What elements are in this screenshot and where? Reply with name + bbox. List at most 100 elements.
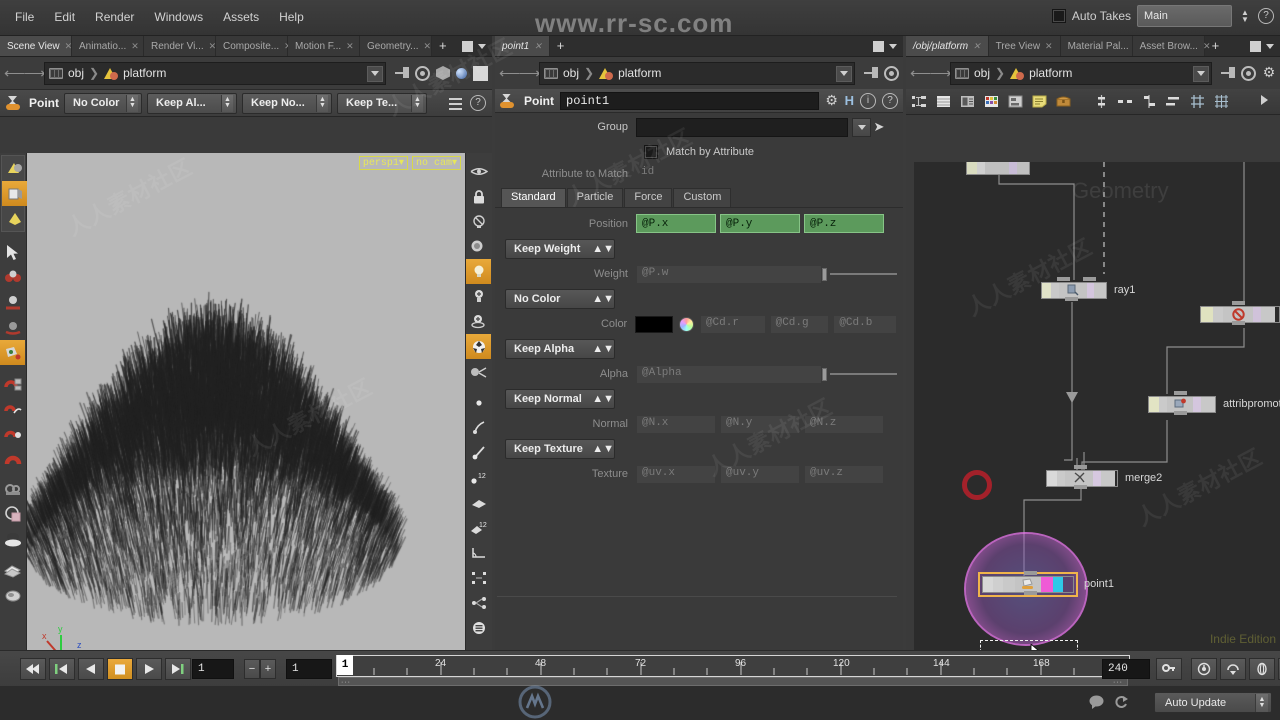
lock-icon[interactable] xyxy=(466,184,491,209)
pane-menu-icon[interactable] xyxy=(889,43,897,49)
nav-forward-icon[interactable]: ⟶ xyxy=(930,64,952,82)
close-icon[interactable]: ✕ xyxy=(534,41,542,52)
parameter-path-field[interactable]: obj ❯ platform xyxy=(539,61,855,85)
grid-snap-icon[interactable] xyxy=(1190,94,1205,109)
timeline-ruler[interactable]: 24 48 72 96 120 144 168 1 xyxy=(336,655,1130,677)
group-dropdown-icon[interactable] xyxy=(852,117,871,137)
take-spinner[interactable]: ▲ ▼ xyxy=(1238,6,1252,26)
weight-input[interactable]: @P.w xyxy=(636,264,822,284)
network-toolbar-expand-icon[interactable] xyxy=(1259,94,1274,109)
texture-mode-combo[interactable]: Keep Texture ▲▼ xyxy=(505,439,615,459)
close-icon[interactable]: ✕ xyxy=(1045,41,1053,52)
texture-y-input[interactable]: @uv.y xyxy=(720,464,800,484)
pin-icon[interactable] xyxy=(1221,67,1235,79)
scrollbar-left-grip[interactable]: ··· xyxy=(341,679,351,686)
align-horizontal-icon[interactable] xyxy=(1166,94,1181,109)
frame-decrement-button[interactable]: − xyxy=(244,659,260,679)
detail-view-icon[interactable] xyxy=(960,94,975,109)
asset-chest-icon[interactable] xyxy=(1056,94,1071,109)
color-r-input[interactable]: @Cd.r xyxy=(699,314,766,334)
no-light-icon[interactable] xyxy=(466,209,491,234)
normal-mode-combo[interactable]: Keep Normal ▲▼ xyxy=(505,389,615,409)
close-icon[interactable]: ✕ xyxy=(131,41,139,52)
nav-back-icon[interactable]: ⟵ xyxy=(910,64,932,82)
texture-x-input[interactable]: @uv.x xyxy=(636,464,716,484)
normal-y-input[interactable]: @N.y xyxy=(720,414,800,434)
ghost-icon[interactable] xyxy=(1249,658,1275,680)
maximize-pane-icon[interactable] xyxy=(462,40,473,52)
material-tool-icon[interactable] xyxy=(0,502,25,527)
menu-item-edit[interactable]: Edit xyxy=(51,9,78,25)
combo-spinner-icon[interactable]: ▲▼ xyxy=(411,94,423,112)
alpha-slider-knob[interactable] xyxy=(822,367,827,381)
view-tools-icon[interactable] xyxy=(466,359,491,384)
color-wheel-icon[interactable] xyxy=(679,316,694,332)
tab-composite[interactable]: Composite...✕ xyxy=(216,36,292,56)
normal-x-input[interactable]: @N.x xyxy=(636,414,716,434)
primitive-number-icon[interactable]: 12 xyxy=(466,515,491,540)
viewport-camera-selector[interactable]: no cam▾ xyxy=(411,156,461,170)
gear-icon[interactable]: ⚙ xyxy=(825,93,839,108)
path-dropdown-icon[interactable] xyxy=(836,65,852,82)
group-picker-icon[interactable]: ➤ xyxy=(871,118,887,136)
path-dropdown-icon[interactable] xyxy=(1193,65,1209,82)
comment-icon[interactable] xyxy=(1088,694,1105,710)
auto-update-combo[interactable]: Auto Update ▲ ▼ xyxy=(1154,692,1272,713)
color-mode-combo[interactable]: No Color ▲▼ xyxy=(505,289,615,309)
scrollbar-right-grip[interactable]: ··· xyxy=(1113,679,1123,686)
tab-motion-fx[interactable]: Motion F... ✕ xyxy=(288,36,360,56)
handle-tool-icon[interactable] xyxy=(0,265,25,290)
combo-spinner-icon[interactable]: ▲▼ xyxy=(592,393,614,405)
position-x-input[interactable] xyxy=(636,214,716,233)
node-graph-icon[interactable] xyxy=(466,590,491,615)
position-z-input[interactable] xyxy=(804,214,884,233)
weight-slider-track[interactable] xyxy=(830,273,897,275)
dynamics-select-mode-icon[interactable] xyxy=(2,206,27,231)
pane-menu-icon[interactable] xyxy=(1266,43,1274,49)
headlight-icon[interactable] xyxy=(466,234,491,259)
network-node-ray1[interactable]: ray1 xyxy=(1041,277,1135,301)
layers-icon[interactable] xyxy=(0,558,25,583)
group-input[interactable] xyxy=(636,117,848,137)
network-canvas[interactable]: Geometry Indie Edition ray1 attribpromo … xyxy=(914,162,1280,650)
tab-animation[interactable]: Animatio... ✕ xyxy=(72,36,144,56)
tab-material-palette[interactable]: Material Pal...✕ xyxy=(1060,36,1141,56)
menu-item-file[interactable]: File xyxy=(12,9,37,25)
stop-button[interactable] xyxy=(107,658,133,680)
display-sets-icon[interactable] xyxy=(466,615,491,640)
rotate-tool-icon[interactable] xyxy=(0,315,25,340)
combo-spinner-icon[interactable]: ▲▼ xyxy=(592,443,614,455)
play-reverse-button[interactable] xyxy=(78,658,104,680)
menu-item-windows[interactable]: Windows xyxy=(151,9,206,25)
shelf-normal-combo[interactable]: Keep No... ▲ ▼ xyxy=(242,92,332,114)
sticky-note-icon[interactable] xyxy=(1032,94,1047,109)
add-tab-button[interactable]: + xyxy=(432,36,454,56)
geometry-select-mode-icon[interactable] xyxy=(2,181,27,206)
weight-slider-knob[interactable] xyxy=(822,267,827,281)
timeline-scrollbar[interactable]: ··· ··· xyxy=(338,677,1128,686)
network-node-merge2[interactable]: merge2 xyxy=(1046,465,1162,489)
viewport-view-selector[interactable]: persp1▾ xyxy=(358,156,408,170)
alpha-slider-track[interactable] xyxy=(830,373,897,375)
add-light-icon[interactable] xyxy=(466,284,491,309)
point-number-icon[interactable]: 12 xyxy=(466,465,491,490)
align-spread-icon[interactable] xyxy=(1118,94,1133,109)
network-node-top[interactable] xyxy=(966,162,1030,176)
object-select-mode-icon[interactable] xyxy=(2,156,27,181)
shelf-alpha-combo[interactable]: Keep Al... ▲ ▼ xyxy=(147,92,237,114)
tab-obj-platform[interactable]: /obj/platform ✕ xyxy=(906,36,989,56)
combo-spinner-icon[interactable]: ▲▼ xyxy=(592,293,614,305)
display-geometry-icon[interactable] xyxy=(436,66,450,80)
close-icon[interactable]: ✕ xyxy=(973,41,981,52)
camera-tool-icon[interactable] xyxy=(0,477,25,502)
grid-display-icon[interactable] xyxy=(1214,94,1229,109)
point-tool-icon[interactable] xyxy=(0,340,25,365)
close-icon[interactable]: ✕ xyxy=(346,41,354,52)
step-back-button[interactable] xyxy=(49,658,75,680)
move-tool-icon[interactable] xyxy=(0,290,25,315)
frame-increment-button[interactable]: + xyxy=(260,659,276,679)
nav-forward-icon[interactable]: ⟶ xyxy=(519,64,541,82)
primitive-display-icon[interactable] xyxy=(466,490,491,515)
network-node-point1[interactable]: point1 xyxy=(978,571,1114,597)
jump-to-start-button[interactable] xyxy=(20,658,46,680)
